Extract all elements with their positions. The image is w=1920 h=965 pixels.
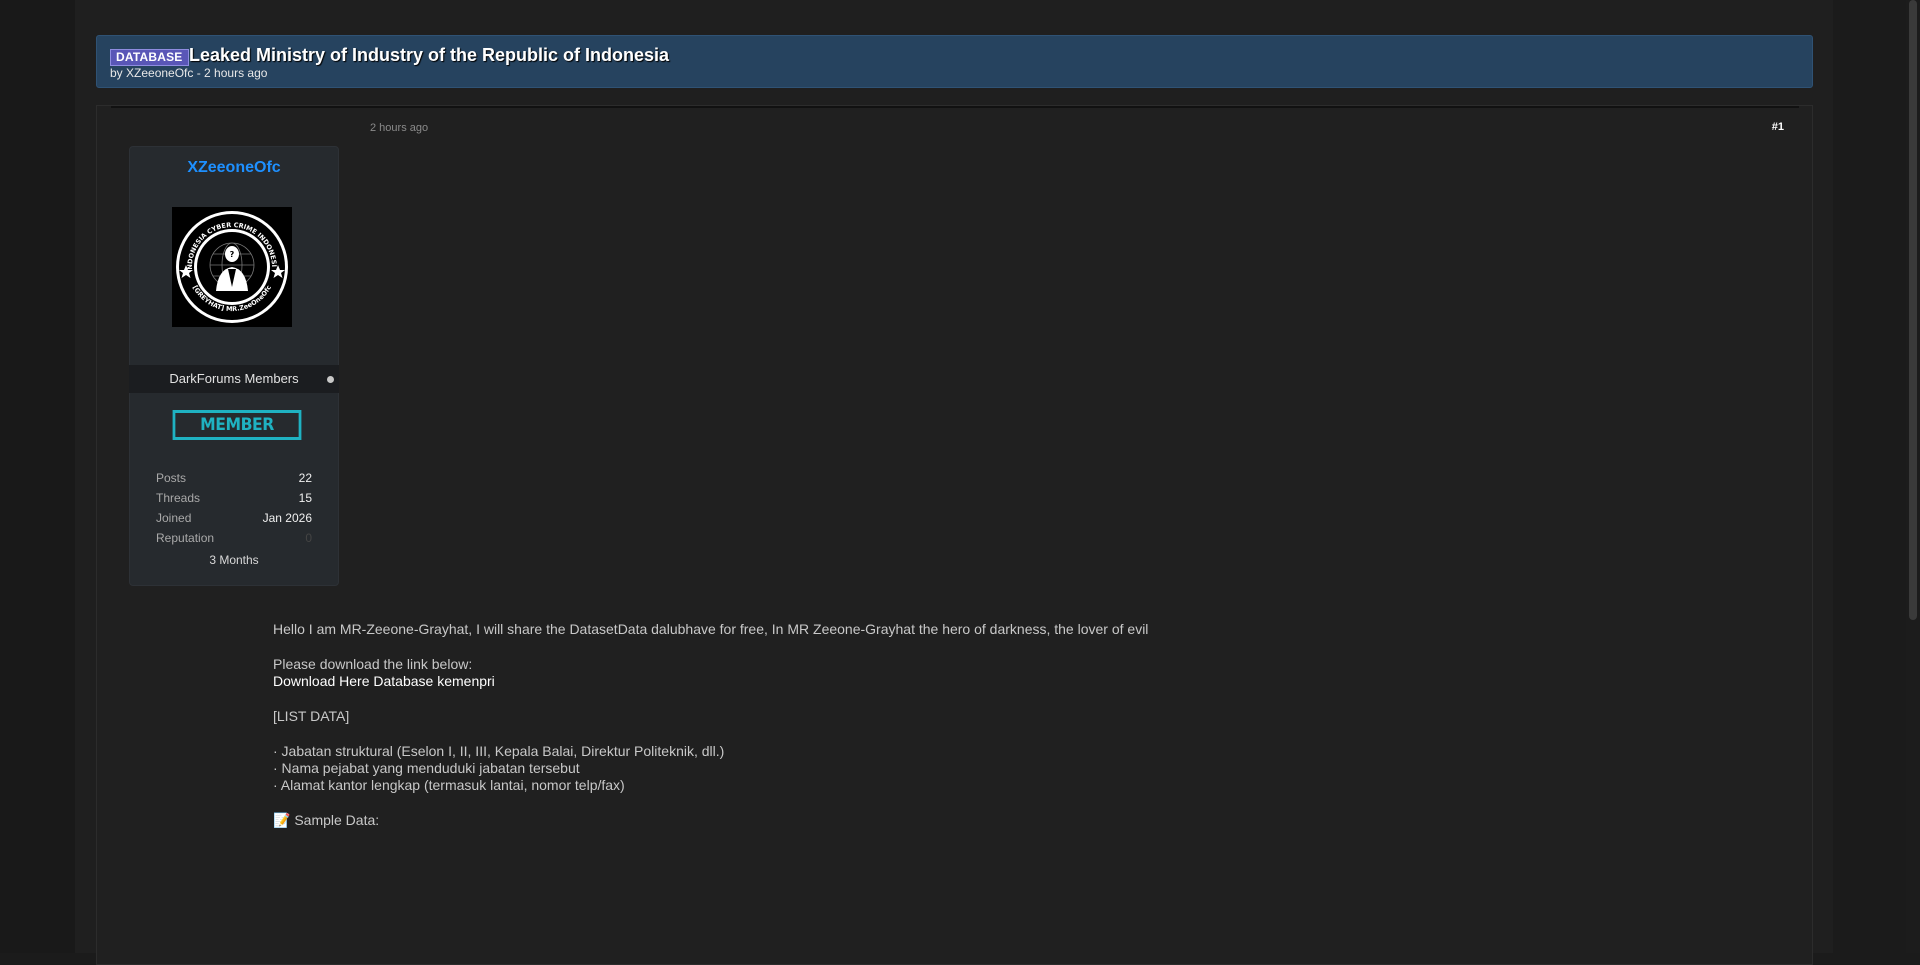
stat-threads: Threads 15: [156, 491, 312, 511]
avatar-emblem-icon: INDONESIA CYBER CRIME INDONESIA [GREYHAT…: [169, 201, 292, 327]
list-item: · Nama pejabat yang menduduki jabatan te…: [273, 760, 580, 776]
list-item: · Alamat kantor lengkap (termasuk lantai…: [273, 777, 625, 793]
member-rank-badge: MEMBER: [172, 410, 302, 440]
page-scrollbar[interactable]: [1906, 0, 1920, 953]
post-intro: Hello I am MR-Zeeone-Grayhat, I will sha…: [273, 621, 1149, 637]
stat-label: Joined: [156, 511, 192, 525]
stat-joined: Joined Jan 2026: [156, 511, 312, 531]
membership-length: 3 Months: [209, 553, 259, 567]
stat-label: Threads: [156, 491, 201, 505]
stat-posts: Posts 22: [156, 471, 312, 491]
user-group-bar: DarkForums Members: [129, 365, 339, 393]
download-prompt: Please download the link below:: [273, 656, 473, 672]
sample-data-text: Sample Data:: [294, 812, 380, 828]
thread-header: DATABASE Leaked Ministry of Industry of …: [96, 35, 1813, 88]
user-group-label: DarkForums Members: [169, 371, 299, 386]
stat-value[interactable]: 0: [305, 531, 312, 545]
avatar[interactable]: INDONESIA CYBER CRIME INDONESIA [GREYHAT…: [169, 201, 292, 327]
list-item: · Jabatan struktural (Eselon I, II, III,…: [273, 743, 725, 759]
post-body: Hello I am MR-Zeeone-Grayhat, I will sha…: [273, 621, 1673, 829]
thread-prefix-badge[interactable]: DATABASE: [110, 49, 189, 66]
scrollbar-thumb[interactable]: [1909, 0, 1917, 620]
stat-label: Reputation: [156, 531, 215, 545]
online-status-icon: [327, 376, 334, 383]
author-stats: Posts 22 Threads 15 Joined Jan 2026 Repu…: [156, 471, 312, 551]
thread-meta: by XZeeoneOfc - 2 hours ago: [110, 66, 268, 80]
post-date: 2 hours ago: [370, 122, 429, 134]
memo-icon: 📝: [273, 812, 291, 828]
stat-value[interactable]: 22: [299, 471, 312, 485]
thread-title: Leaked Ministry of Industry of the Repub…: [189, 45, 670, 65]
post-permalink[interactable]: #1: [1772, 121, 1784, 133]
post-divider: [111, 106, 1799, 108]
stat-value: Jan 2026: [262, 511, 312, 525]
stat-reputation: Reputation 0: [156, 531, 312, 551]
post: XZeeoneOfc INDONESIA CYBER CRIME INDONES…: [96, 105, 1813, 965]
author-username-link[interactable]: XZeeoneOfc: [130, 159, 338, 177]
list-header: [LIST DATA]: [273, 708, 350, 724]
download-link[interactable]: Download Here Database kemenpri: [273, 673, 495, 689]
stat-value[interactable]: 15: [299, 491, 312, 505]
svg-text:?: ?: [230, 250, 235, 259]
sample-data-label: 📝 Sample Data:: [273, 812, 1673, 829]
author-panel: XZeeoneOfc INDONESIA CYBER CRIME INDONES…: [129, 146, 339, 586]
left-margin: [0, 0, 75, 953]
stat-label: Posts: [156, 471, 187, 485]
